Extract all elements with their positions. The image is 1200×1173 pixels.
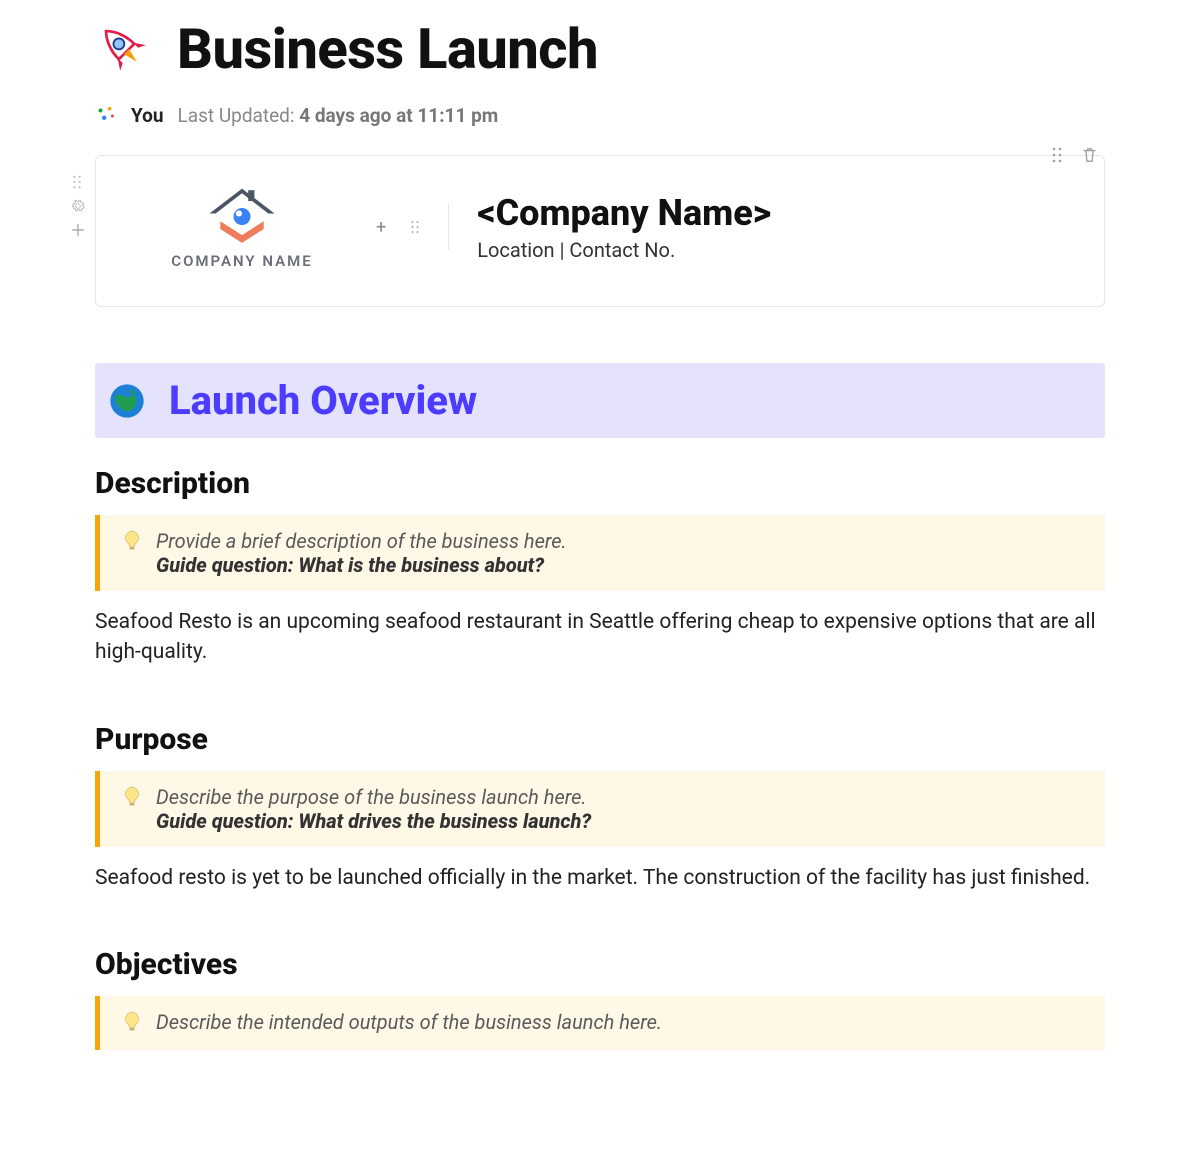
drag-handle-icon[interactable]: [1050, 147, 1064, 163]
drag-handle-icon[interactable]: [71, 175, 85, 189]
plus-icon[interactable]: [71, 223, 85, 237]
logo-caption: COMPANY NAME: [171, 252, 312, 270]
last-updated-prefix: Last Updated:: [178, 104, 300, 127]
callout-hint: Provide a brief description of the busin…: [156, 529, 567, 553]
heading-purpose[interactable]: Purpose: [95, 722, 1105, 757]
section-title-overview[interactable]: Launch Overview: [169, 377, 477, 424]
globe-icon: [107, 381, 147, 421]
author-label[interactable]: You: [131, 104, 164, 127]
gear-icon[interactable]: [71, 199, 85, 213]
body-purpose[interactable]: Seafood resto is yet to be launched offi…: [95, 863, 1105, 893]
page-title[interactable]: Business Launch: [177, 16, 598, 82]
confetti-icon: [95, 105, 117, 127]
lightbulb-icon: [122, 1010, 142, 1036]
callout-objectives[interactable]: Describe the intended outputs of the bus…: [95, 996, 1105, 1050]
callout-purpose[interactable]: Describe the purpose of the business lau…: [95, 771, 1105, 847]
meta-row: You Last Updated: 4 days ago at 11:11 pm: [95, 104, 1105, 127]
body-description[interactable]: Seafood Resto is an upcoming seafood res…: [95, 607, 1105, 668]
section-banner-overview: Launch Overview: [95, 363, 1105, 438]
lightbulb-icon: [122, 529, 142, 555]
callout-guide: Guide question: What drives the business…: [156, 809, 591, 833]
heading-objectives[interactable]: Objectives: [95, 947, 1105, 982]
company-block: COMPANY NAME + <Company Name> Location |…: [95, 155, 1105, 307]
last-updated: Last Updated: 4 days ago at 11:11 pm: [178, 104, 499, 127]
last-updated-value: 4 days ago at 11:11 pm: [299, 104, 498, 127]
divider: [448, 204, 449, 250]
callout-guide: Guide question: What is the business abo…: [156, 553, 567, 577]
callout-description[interactable]: Provide a brief description of the busin…: [95, 515, 1105, 591]
callout-hint: Describe the purpose of the business lau…: [156, 785, 591, 809]
heading-description[interactable]: Description: [95, 466, 1105, 501]
company-name-field[interactable]: <Company Name>: [477, 192, 771, 234]
drag-handle-icon[interactable]: [410, 220, 420, 234]
company-logo[interactable]: COMPANY NAME: [132, 184, 352, 270]
plus-icon[interactable]: +: [376, 217, 386, 238]
trash-icon[interactable]: [1082, 147, 1097, 163]
company-subtitle-field[interactable]: Location | Contact No.: [477, 238, 771, 262]
company-card[interactable]: COMPANY NAME + <Company Name> Location |…: [95, 155, 1105, 307]
rocket-icon: [95, 20, 153, 78]
callout-hint: Describe the intended outputs of the bus…: [156, 1010, 662, 1034]
lightbulb-icon: [122, 785, 142, 811]
page-header: Business Launch: [95, 16, 1105, 82]
